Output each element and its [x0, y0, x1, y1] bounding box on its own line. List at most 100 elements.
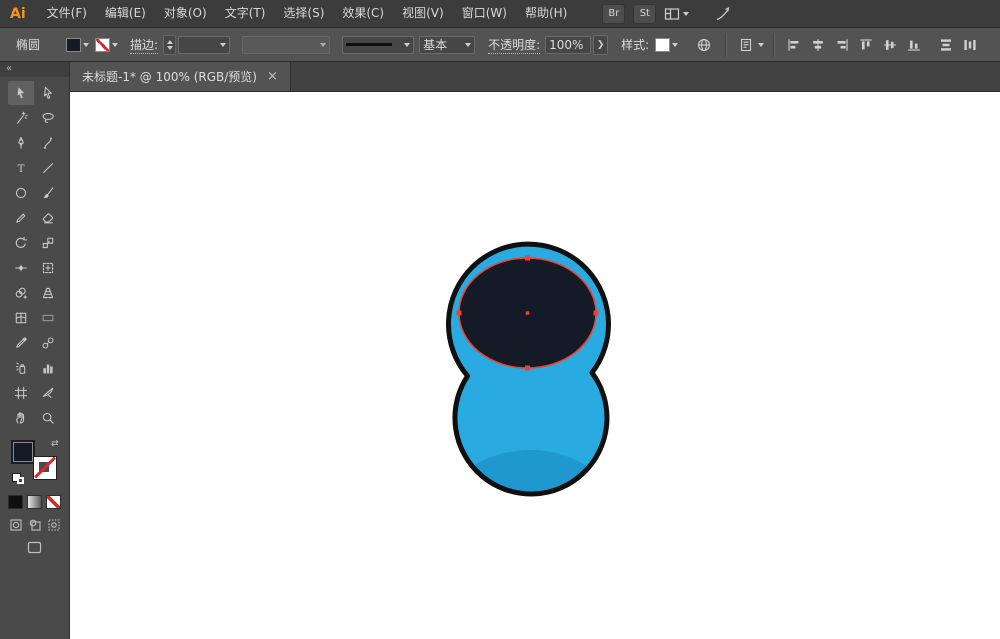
align-top-button[interactable]: [856, 35, 876, 55]
canvas-artwork[interactable]: [70, 92, 1000, 639]
distribute-buttons: [936, 35, 982, 55]
menu-help[interactable]: 帮助(H): [516, 0, 576, 27]
close-icon[interactable]: ×: [267, 70, 278, 83]
symbol-sprayer-tool[interactable]: [8, 356, 34, 380]
slice-tool[interactable]: [35, 381, 61, 405]
align-bottom-button[interactable]: [904, 35, 924, 55]
blend-icon: [42, 337, 54, 349]
menu-select[interactable]: 选择(S): [274, 0, 333, 27]
line-segment-tool[interactable]: [35, 156, 61, 180]
gradient-tool[interactable]: [35, 306, 61, 330]
lasso-tool[interactable]: [35, 106, 61, 130]
canvas-area[interactable]: [70, 92, 1000, 639]
tool-grid: T: [0, 77, 69, 430]
hand-tool[interactable]: [8, 406, 34, 430]
scale-tool[interactable]: [35, 231, 61, 255]
perspective-grid-icon: [42, 287, 53, 299]
anchor-top[interactable]: [525, 255, 530, 261]
stock-button[interactable]: St: [633, 3, 657, 24]
menu-effect[interactable]: 效果(C): [333, 0, 393, 27]
eyedropper-tool[interactable]: [8, 331, 34, 355]
menu-type[interactable]: 文字(T): [216, 0, 275, 27]
column-graph-icon: [43, 364, 53, 374]
bridge-button[interactable]: Br: [602, 3, 626, 24]
free-transform-icon: [42, 262, 53, 274]
free-transform-tool[interactable]: [35, 256, 61, 280]
direct-selection-tool[interactable]: [35, 81, 61, 105]
align-h-center-button[interactable]: [808, 35, 828, 55]
anchor-left[interactable]: [456, 310, 462, 316]
curvature-tool[interactable]: [35, 131, 61, 155]
type-tool[interactable]: T: [8, 156, 34, 180]
document-tab[interactable]: 未标题-1* @ 100% (RGB/预览) ×: [70, 62, 291, 91]
pen-tool[interactable]: [8, 131, 34, 155]
separator: [725, 32, 728, 57]
mesh-tool[interactable]: [8, 306, 34, 330]
line-icon: [42, 163, 53, 174]
default-fill-stroke-icon[interactable]: [11, 473, 24, 484]
none-slash-icon: [33, 457, 56, 479]
menu-object[interactable]: 对象(O): [155, 0, 216, 27]
workspace-switcher[interactable]: [664, 6, 690, 22]
default-stroke-mini: [16, 477, 24, 484]
document-setup-button[interactable]: [736, 35, 765, 55]
variable-width-profile-select[interactable]: [242, 35, 331, 54]
none-mode-button[interactable]: [46, 495, 61, 509]
menu-file[interactable]: 文件(F): [38, 0, 96, 27]
anchor-bottom[interactable]: [525, 365, 530, 371]
paintbrush-tool[interactable]: [35, 181, 61, 205]
perspective-grid-tool[interactable]: [35, 281, 61, 305]
draw-inside-icon[interactable]: [47, 518, 61, 532]
stroke-weight-label[interactable]: 描边:: [130, 36, 159, 54]
swap-fill-stroke-icon[interactable]: ⇄: [51, 440, 59, 449]
selection-tool[interactable]: [8, 81, 35, 105]
pencil-tool[interactable]: [8, 206, 34, 230]
draw-behind-icon[interactable]: [28, 518, 42, 532]
ellipse-tool[interactable]: [8, 181, 34, 205]
brush-definition-select[interactable]: 基本: [419, 35, 476, 54]
pen-nib-icon: [18, 137, 25, 149]
distribute-h-button[interactable]: [960, 35, 980, 55]
opacity-input[interactable]: 100%: [545, 35, 592, 54]
style-picker[interactable]: [655, 37, 679, 52]
opacity-flyout-button[interactable]: ❯: [593, 34, 609, 55]
chevron-down-icon: [112, 42, 119, 47]
stroke-profile-select[interactable]: [342, 35, 415, 54]
pencil-icon: [16, 213, 26, 223]
artboard-tool[interactable]: [8, 381, 34, 405]
column-graph-tool[interactable]: [35, 356, 61, 380]
distribute-v-button[interactable]: [936, 35, 956, 55]
stroke-preview-line: [346, 43, 393, 46]
tools-collapse-button[interactable]: «: [0, 62, 69, 77]
anchor-right[interactable]: [593, 310, 599, 316]
shape-builder-tool[interactable]: [8, 281, 34, 305]
type-icon: T: [18, 163, 25, 175]
width-tool[interactable]: [8, 256, 34, 280]
zoom-tool[interactable]: [35, 406, 61, 430]
stroke-weight-select[interactable]: [178, 35, 231, 54]
align-left-button[interactable]: [784, 35, 804, 55]
stroke-weight-stepper[interactable]: [163, 34, 177, 55]
document-info-button[interactable]: [694, 35, 714, 55]
share-icon[interactable]: [715, 6, 731, 22]
align-v-center-button[interactable]: [880, 35, 900, 55]
stroke-swatch-large[interactable]: [32, 456, 57, 480]
blend-tool[interactable]: [35, 331, 61, 355]
eraser-tool[interactable]: [35, 206, 61, 230]
menu-window[interactable]: 窗口(W): [453, 0, 516, 27]
center-point[interactable]: [525, 311, 530, 315]
opacity-label[interactable]: 不透明度:: [488, 36, 541, 54]
screen-mode-icon[interactable]: [27, 541, 42, 554]
color-mode-button[interactable]: [8, 495, 23, 509]
draw-normal-icon[interactable]: [9, 518, 23, 532]
rotate-tool[interactable]: [8, 231, 34, 255]
magic-wand-tool[interactable]: [8, 106, 34, 130]
fill-color-picker[interactable]: [66, 37, 90, 52]
menu-view[interactable]: 视图(V): [393, 0, 453, 27]
stroke-color-picker[interactable]: [95, 37, 119, 52]
menu-edit[interactable]: 编辑(E): [96, 0, 155, 27]
magic-wand-icon: [17, 111, 28, 124]
fill-swatch-large[interactable]: [10, 440, 35, 464]
gradient-mode-button[interactable]: [27, 495, 42, 509]
align-right-button[interactable]: [832, 35, 852, 55]
